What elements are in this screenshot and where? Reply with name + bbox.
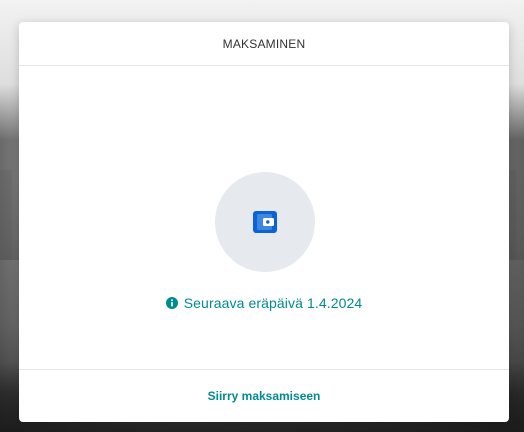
payment-card: MAKSAMINEN Seuraava eräpäivä 1.4.2024 Si… — [19, 22, 509, 422]
card-header: MAKSAMINEN — [19, 22, 509, 66]
next-due-date-text: Seuraava eräpäivä 1.4.2024 — [183, 295, 363, 311]
card-footer: Siirry maksamiseen — [19, 369, 509, 422]
info-icon — [165, 297, 178, 309]
wallet-icon — [253, 211, 277, 233]
next-due-date: Seuraava eräpäivä 1.4.2024 — [19, 295, 509, 311]
card-title: MAKSAMINEN — [222, 36, 306, 51]
card-body: Seuraava eräpäivä 1.4.2024 — [19, 66, 509, 372]
go-to-payment-link[interactable]: Siirry maksamiseen — [208, 389, 321, 403]
wallet-icon-circle — [215, 172, 315, 272]
